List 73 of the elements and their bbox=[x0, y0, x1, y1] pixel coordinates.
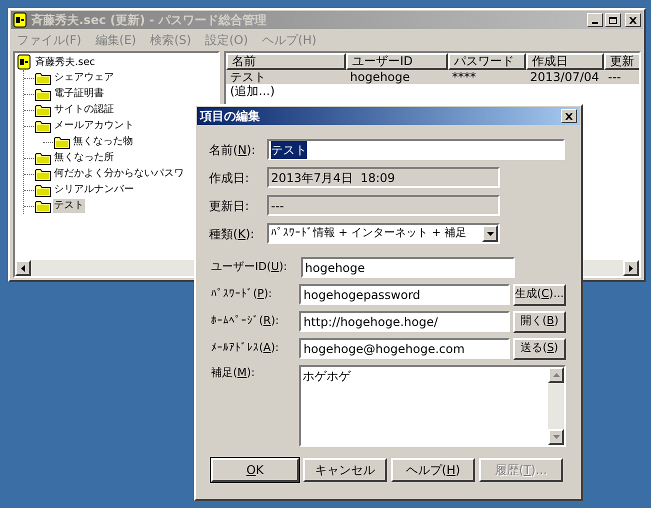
folder-icon bbox=[35, 200, 51, 212]
window-title: 斉藤秀夫.sec (更新) - パスワード総合管理 bbox=[31, 12, 266, 29]
notes-field[interactable]: ホゲホゲ bbox=[299, 365, 566, 447]
folder-icon bbox=[35, 88, 51, 100]
field-label: ﾊﾟｽﾜｰﾄﾞ(P): bbox=[211, 286, 273, 302]
dialog-title: 項目の編集 bbox=[200, 108, 260, 125]
input-field[interactable]: テスト bbox=[267, 139, 565, 160]
field-button[interactable]: 送る(S) bbox=[512, 338, 566, 360]
folder-icon bbox=[35, 104, 51, 116]
tree-item[interactable]: テスト bbox=[53, 199, 85, 213]
field-label: 作成日: bbox=[209, 170, 250, 186]
close-button[interactable] bbox=[625, 13, 641, 27]
up-arrow-icon bbox=[552, 373, 560, 377]
readonly-field: --- bbox=[267, 195, 500, 216]
field-label: 更新日: bbox=[209, 198, 250, 214]
list-row[interactable]: テスト hogehoge **** 2013/07/04 --- bbox=[226, 70, 639, 84]
input-field[interactable]: hogehoge bbox=[301, 257, 515, 278]
field-label: ﾒｰﾙｱﾄﾞﾚｽ(A): bbox=[211, 340, 280, 356]
tree-item[interactable]: サイトの認証 bbox=[53, 103, 115, 117]
input-field[interactable]: http://hogehoge.hoge/ bbox=[299, 311, 510, 332]
table-cell-text: **** bbox=[451, 70, 477, 84]
field-label: ﾎｰﾑﾍﾟｰｼﾞ(R): bbox=[211, 313, 280, 330]
column-header[interactable]: 作成日 bbox=[526, 53, 604, 70]
field-button[interactable]: 開く(B) bbox=[512, 310, 566, 332]
lock-icon bbox=[13, 12, 27, 28]
tree-item[interactable]: シリアルナンバー bbox=[53, 183, 135, 197]
table-cell-text: (追加...) bbox=[229, 84, 276, 98]
list-row[interactable]: (追加...) bbox=[226, 84, 639, 98]
minimize-button[interactable] bbox=[587, 13, 603, 27]
folder-icon bbox=[35, 72, 51, 84]
folder-icon bbox=[35, 120, 51, 132]
column-header[interactable]: パスワード bbox=[448, 53, 526, 70]
tree-item[interactable]: 無くなった所 bbox=[53, 151, 115, 165]
field-label: 種類(K): bbox=[209, 226, 256, 242]
dropdown[interactable]: ﾊﾟｽﾜｰﾄﾞ情報 + インターネット + 補足 bbox=[267, 223, 500, 244]
column-header[interactable]: 名前 bbox=[226, 53, 346, 70]
lock-icon bbox=[17, 54, 31, 70]
left-arrow-icon bbox=[21, 264, 25, 272]
close-button[interactable] bbox=[561, 109, 577, 123]
maximize-button[interactable] bbox=[605, 13, 621, 27]
close-icon bbox=[629, 16, 637, 24]
folder-icon bbox=[35, 184, 51, 196]
dialog-button[interactable]: ヘルプ(H) bbox=[391, 458, 475, 482]
readonly-field: 2013年7月4日 18:09 bbox=[267, 167, 500, 188]
folder-icon bbox=[35, 152, 51, 164]
folder-icon bbox=[54, 136, 70, 148]
dropdown-arrow-icon bbox=[486, 232, 494, 236]
input-field[interactable]: hogehogepassword bbox=[299, 284, 510, 305]
folder-icon bbox=[35, 168, 51, 180]
input-field[interactable]: hogehoge@hogehoge.com bbox=[299, 338, 510, 359]
tree-item[interactable]: 何だかよく分からないパスワ bbox=[53, 167, 185, 181]
table-cell-text: --- bbox=[607, 70, 622, 84]
table-cell-text: 2013/07/04 bbox=[529, 70, 600, 84]
table-cell-text: hogehoge bbox=[349, 70, 411, 84]
table-cell-text: テスト bbox=[229, 70, 267, 84]
tree-item[interactable]: メールアカウント bbox=[53, 119, 135, 133]
tree-item[interactable]: 無くなった物 bbox=[72, 135, 134, 149]
close-icon bbox=[565, 112, 573, 120]
field-label: 名前(N): bbox=[209, 142, 256, 158]
maximize-icon bbox=[609, 16, 617, 24]
field-label: ユーザーID(U): bbox=[211, 259, 288, 276]
dialog-button[interactable]: OK bbox=[211, 458, 299, 482]
scrollbar[interactable] bbox=[548, 367, 564, 445]
column-header[interactable]: 更新 bbox=[604, 53, 639, 70]
field-button[interactable]: 生成(C)... bbox=[512, 284, 566, 306]
column-header[interactable]: ユーザーID bbox=[346, 53, 448, 70]
tree-item[interactable]: シェアウェア bbox=[53, 71, 115, 85]
dialog-button[interactable]: キャンセル bbox=[303, 458, 387, 482]
right-arrow-icon bbox=[629, 264, 633, 272]
tree-root[interactable]: 斉藤秀夫.sec bbox=[35, 54, 96, 70]
tree-item[interactable]: 電子証明書 bbox=[53, 87, 105, 101]
field-label: 補足(M): bbox=[211, 365, 256, 381]
down-arrow-icon bbox=[552, 435, 560, 439]
